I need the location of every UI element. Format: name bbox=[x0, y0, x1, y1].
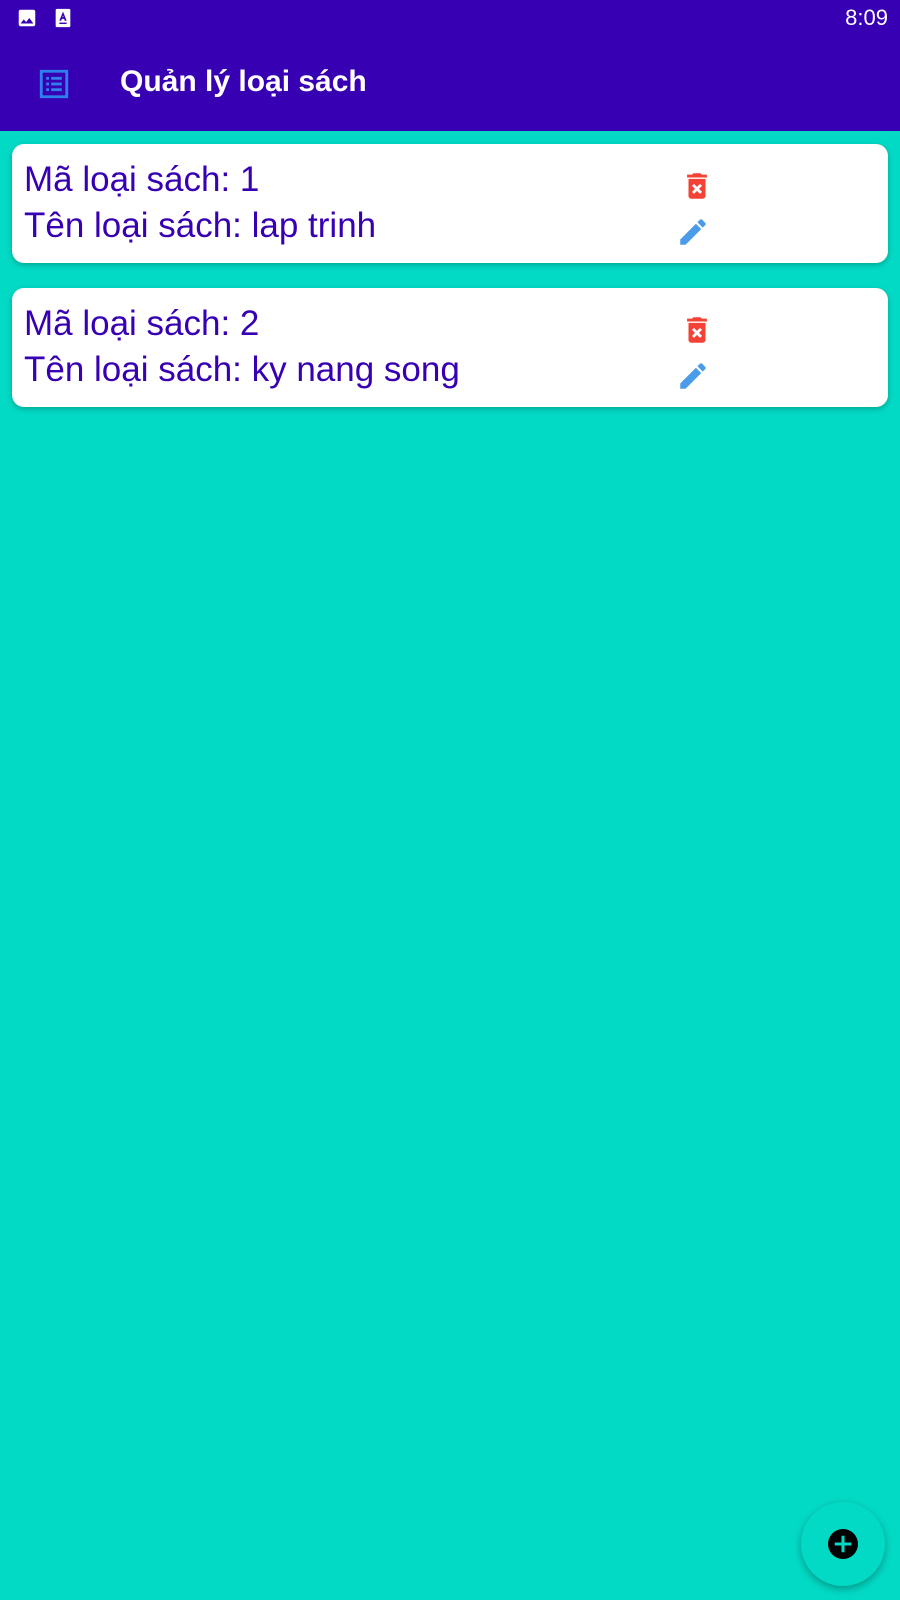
page-title: Quản lý loại sách bbox=[120, 65, 367, 98]
edit-button[interactable] bbox=[673, 212, 713, 252]
category-list: Mã loại sách: 1 Tên loại sách: lap trinh… bbox=[12, 144, 888, 432]
app-bar: Quản lý loại sách bbox=[0, 36, 900, 131]
category-name: Tên loại sách: lap trinh bbox=[24, 206, 377, 245]
add-circle-icon bbox=[825, 1526, 861, 1562]
text-format-icon bbox=[52, 7, 74, 29]
image-icon bbox=[16, 7, 38, 29]
status-time: 8:09 bbox=[845, 5, 888, 30]
category-card[interactable]: Mã loại sách: 1 Tên loại sách: lap trinh bbox=[12, 144, 888, 263]
add-category-fab[interactable] bbox=[801, 1502, 885, 1586]
category-card[interactable]: Mã loại sách: 2 Tên loại sách: ky nang s… bbox=[12, 288, 888, 407]
status-bar: 8:09 bbox=[0, 0, 900, 36]
category-code: Mã loại sách: 1 bbox=[24, 160, 260, 199]
list-icon bbox=[37, 67, 71, 101]
menu-button[interactable] bbox=[30, 60, 78, 108]
delete-button[interactable] bbox=[677, 310, 717, 350]
pencil-icon bbox=[676, 359, 710, 393]
pencil-icon bbox=[676, 215, 710, 249]
delete-forever-icon bbox=[680, 313, 714, 347]
category-code: Mã loại sách: 2 bbox=[24, 304, 260, 343]
delete-button[interactable] bbox=[677, 166, 717, 206]
edit-button[interactable] bbox=[673, 356, 713, 396]
delete-forever-icon bbox=[680, 169, 714, 203]
category-name: Tên loại sách: ky nang song bbox=[24, 350, 460, 389]
